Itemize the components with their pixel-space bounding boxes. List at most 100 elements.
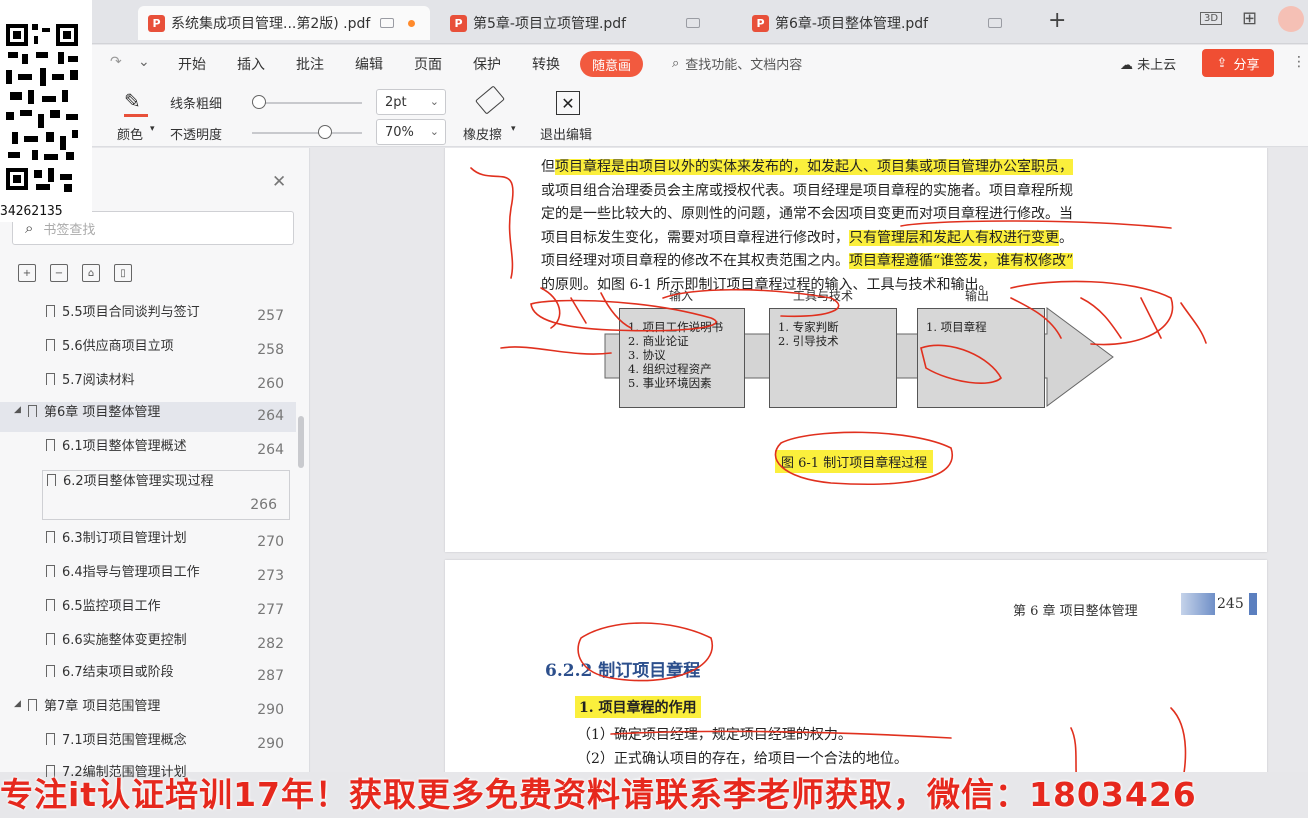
bookmark-icon [46, 305, 55, 317]
menu-edit[interactable]: 编辑 [355, 54, 383, 74]
sidebar-item[interactable]: 6.1项目整体管理概述 264 [0, 436, 296, 466]
sidebar-item-label: 6.7结束项目或阶段 [62, 665, 174, 680]
qr-code-overlay: 34262135 [0, 0, 92, 222]
opacity-knob[interactable] [318, 125, 332, 139]
sidebar-item[interactable]: 6.3制订项目管理计划 270 [0, 528, 296, 558]
avatar[interactable] [1278, 6, 1304, 32]
flow-tools-box: 1. 专家判断 2. 引导技术 [769, 308, 897, 408]
sidebar-item-page: 264 [257, 408, 284, 424]
flow-input-item: 1. 项目工作说明书 [628, 320, 724, 334]
sidebar-item-label: 6.2项目整体管理实现过程 [63, 474, 214, 489]
flow-input-item: 2. 商业论证 [628, 334, 689, 348]
sidebar-item[interactable]: 7.1项目范围管理概念 290 [0, 730, 296, 760]
function-search[interactable]: ⌕ 查找功能、文档内容 [672, 54, 802, 73]
new-tab-plus-icon[interactable]: + [1048, 8, 1066, 33]
bookmark-icon[interactable]: ▯ [114, 264, 132, 282]
close-icon[interactable]: ✕ [272, 172, 286, 192]
sidebar-scrollbar[interactable] [298, 416, 304, 468]
line-width-slider[interactable] [252, 102, 362, 104]
menu-convert[interactable]: 转换 [532, 54, 560, 74]
drawing-toolbar: ✎ 颜色 ▾ 线条粗细 2pt ⌄ 不透明度 70% ⌄ 橡皮擦 ▾ ✕ 退出编… [0, 83, 1308, 147]
tab-chapter6-pdf[interactable]: P 第6章-项目整体管理.pdf [742, 6, 1032, 40]
tab-system-integration-pdf[interactable]: P 系统集成项目管理...第2版) .pdf [138, 6, 430, 40]
sidebar-item-page: 287 [257, 668, 284, 684]
tab-chapter5-pdf[interactable]: P 第5章-项目立项管理.pdf [440, 6, 730, 40]
bookmark-icon [46, 733, 55, 745]
expand-arrow-icon[interactable]: ◢ [14, 699, 21, 709]
sidebar-item-page: 282 [257, 636, 284, 652]
document-view[interactable]: 但项目章程是由项目以外的实体来发布的，如发起人、项目集或项目管理办公室职员， 或项… [311, 148, 1308, 772]
redo-icon[interactable]: ↷ [110, 54, 122, 70]
sidebar-item[interactable]: 5.7阅读材料 260 [0, 370, 296, 400]
search-icon: ⌕ [672, 56, 680, 71]
grid-apps-icon[interactable]: ⊞ [1242, 8, 1257, 29]
page-header-bar [1181, 593, 1215, 615]
paragraph-line: 但项目章程是由项目以外的实体来发布的，如发起人、项目集或项目管理办公室职员， [541, 156, 1181, 180]
sidebar-item[interactable]: 6.2项目整体管理实现过程 266 [42, 470, 290, 520]
bookmark-icon [46, 339, 55, 351]
sidebar-item[interactable]: 6.4指导与管理项目工作 273 [0, 562, 296, 592]
highlighted-text: 只有管理层和发起人有权进行变更 [849, 229, 1059, 246]
pen-icon[interactable]: ✎ [124, 89, 141, 113]
pdf-page-244: 但项目章程是由项目以外的实体来发布的，如发起人、项目集或项目管理办公室职员， 或项… [445, 148, 1267, 552]
line-width-select[interactable]: 2pt ⌄ [376, 89, 446, 115]
cloud-icon: ☁ [1120, 58, 1133, 73]
cloud-label: 未上云 [1137, 58, 1177, 73]
opacity-select[interactable]: 70% ⌄ [376, 119, 446, 145]
highlighted-text: 项目章程遵循“谁签发，谁有权修改” [849, 253, 1074, 269]
cloud-status[interactable]: ☁ 未上云 [1120, 54, 1176, 73]
tab-label: 系统集成项目管理...第2版) .pdf [171, 16, 371, 32]
line-width-knob[interactable] [252, 95, 266, 109]
section-title: 6.2.2 制订项目章程 [545, 661, 701, 681]
menu-home[interactable]: 开始 [178, 54, 206, 74]
page-number: 245 [1217, 596, 1244, 612]
eraser-dropdown-icon[interactable]: ▾ [511, 124, 516, 134]
menu-protect[interactable]: 保护 [473, 54, 501, 74]
sidebar-item-page: 258 [257, 342, 284, 358]
figure-caption: 图 6-1 制订项目章程过程 [775, 450, 934, 473]
sidebar-item[interactable]: ◢ 第7章 项目范围管理 290 [0, 696, 296, 726]
sidebar-item[interactable]: 6.7结束项目或阶段 287 [0, 662, 296, 692]
more-dropdown-icon[interactable]: ⌄ [138, 54, 150, 70]
menu-bar: ↷ ⌄ 开始 插入 批注 编辑 页面 保护 转换 随意画 ⌕ 查找功能、文档内容… [0, 45, 1308, 83]
close-icon[interactable]: ✕ [556, 91, 580, 115]
flow-output-item: 1. 项目章程 [926, 320, 987, 334]
pdf-icon: P [148, 14, 165, 32]
pdf-icon: P [752, 14, 769, 32]
sidebar-item[interactable]: 5.5项目合同谈判与签订 257 [0, 302, 296, 332]
bookmark-add-icon[interactable]: ⌂ [82, 264, 100, 282]
paragraph-line: 项目目标发生变化，需要对项目章程进行修改时，只有管理层和发起人有权进行变更。 [541, 227, 1181, 251]
share-button[interactable]: ⇪ 分享 [1202, 49, 1274, 77]
exit-edit-button[interactable]: 退出编辑 [540, 124, 592, 143]
sidebar-item[interactable]: 5.6供应商项目立项 258 [0, 336, 296, 366]
more-icon[interactable]: ⋮ [1292, 54, 1306, 70]
bookmark-icon [46, 633, 55, 645]
color-dropdown-icon[interactable]: ▾ [150, 124, 155, 134]
line-text: 但 [541, 159, 555, 175]
add-bookmark-icon[interactable]: + [18, 264, 36, 282]
menu-insert[interactable]: 插入 [237, 54, 265, 74]
bookmark-icon [46, 439, 55, 451]
remove-bookmark-icon[interactable]: − [50, 264, 68, 282]
tab-label: 第5章-项目立项管理.pdf [473, 16, 627, 32]
line-text: 项目经理对项目章程的修改不在其权责范围之内。 [541, 253, 849, 269]
chevron-down-icon: ⌄ [429, 125, 439, 138]
sidebar-item[interactable]: 6.6实施整体变更控制 282 [0, 630, 296, 660]
eraser-icon[interactable] [475, 85, 505, 115]
line-width-value: 2pt [385, 94, 407, 110]
menu-page[interactable]: 页面 [414, 54, 442, 74]
menu-annotate[interactable]: 批注 [296, 54, 324, 74]
sidebar-item[interactable]: 6.5监控项目工作 277 [0, 596, 296, 626]
line-text: 或项目组合治理委员会主席或授权代表。项目经理是项目章程的实施者。项目章程所规 [541, 182, 1073, 199]
window-layout-icon[interactable]: 3D [1200, 12, 1223, 25]
opacity-slider[interactable] [252, 132, 362, 134]
menu-freehand-draw[interactable]: 随意画 [580, 51, 644, 77]
flow-outputs-box: 1. 项目章程 [917, 308, 1045, 408]
color-label[interactable]: 颜色 [117, 124, 143, 143]
expand-arrow-icon[interactable]: ◢ [14, 405, 21, 415]
sidebar-item[interactable]: ◢ 第6章 项目整体管理 264 [0, 402, 296, 432]
chevron-down-icon: ⌄ [429, 95, 439, 108]
eraser-label[interactable]: 橡皮擦 [463, 124, 502, 143]
line-text: 。 [1059, 229, 1073, 246]
sidebar-item-page: 264 [257, 442, 284, 458]
